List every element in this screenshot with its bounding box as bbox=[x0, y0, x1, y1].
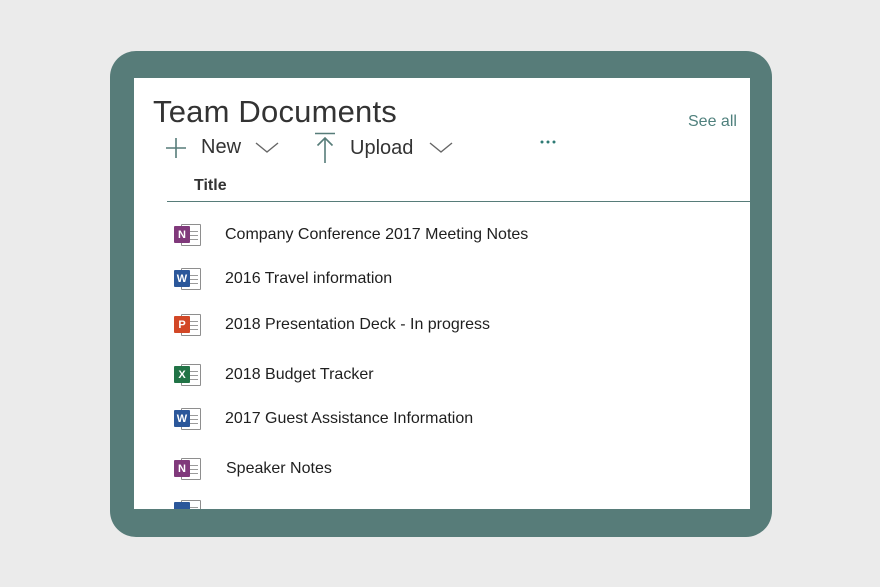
document-library-webpart: Team Documents See all New Upload Title … bbox=[134, 78, 750, 509]
onenote-file-icon: N bbox=[174, 222, 202, 248]
list-item[interactable]: X 2018 Budget Tracker bbox=[174, 360, 374, 390]
file-name[interactable]: 2017 Guest Assistance Information bbox=[225, 410, 473, 428]
header-divider bbox=[167, 201, 750, 202]
file-name[interactable]: 2018 Budget Tracker bbox=[225, 366, 374, 384]
column-header-title[interactable]: Title bbox=[194, 177, 227, 195]
file-name[interactable]: Company Conference 2017 Meeting Notes bbox=[225, 226, 528, 244]
ellipsis-icon[interactable] bbox=[538, 135, 558, 149]
list-item[interactable]: W 2016 Travel information bbox=[174, 264, 392, 294]
powerpoint-file-icon: P bbox=[174, 312, 202, 338]
word-file-icon: W bbox=[174, 266, 202, 292]
list-item[interactable]: N Company Conference 2017 Meeting Notes bbox=[174, 220, 528, 250]
new-button-label: New bbox=[201, 136, 242, 158]
file-name[interactable]: Speaker Notes bbox=[226, 460, 332, 478]
upload-button[interactable]: Upload bbox=[314, 132, 453, 164]
list-item[interactable]: P 2018 Presentation Deck - In progress bbox=[174, 310, 490, 340]
list-item[interactable]: N Speaker Notes bbox=[174, 454, 332, 484]
word-file-icon bbox=[174, 498, 202, 509]
upload-icon bbox=[315, 132, 335, 163]
word-file-icon: W bbox=[174, 406, 202, 432]
chevron-down-icon[interactable] bbox=[255, 141, 279, 154]
list-item[interactable]: W 2017 Guest Assistance Information bbox=[174, 404, 473, 434]
file-name[interactable]: 2018 Presentation Deck - In progress bbox=[225, 316, 490, 334]
list-item-partial[interactable] bbox=[174, 496, 202, 509]
new-button[interactable]: New bbox=[165, 136, 279, 159]
page-title: Team Documents bbox=[153, 94, 398, 129]
plus-icon bbox=[166, 137, 186, 158]
chevron-down-icon[interactable] bbox=[429, 142, 453, 154]
file-name[interactable]: 2016 Travel information bbox=[225, 270, 392, 288]
excel-file-icon: X bbox=[174, 362, 202, 388]
see-all-link[interactable]: See all bbox=[688, 113, 737, 131]
onenote-file-icon: N bbox=[174, 456, 202, 482]
upload-button-label: Upload bbox=[350, 136, 414, 159]
